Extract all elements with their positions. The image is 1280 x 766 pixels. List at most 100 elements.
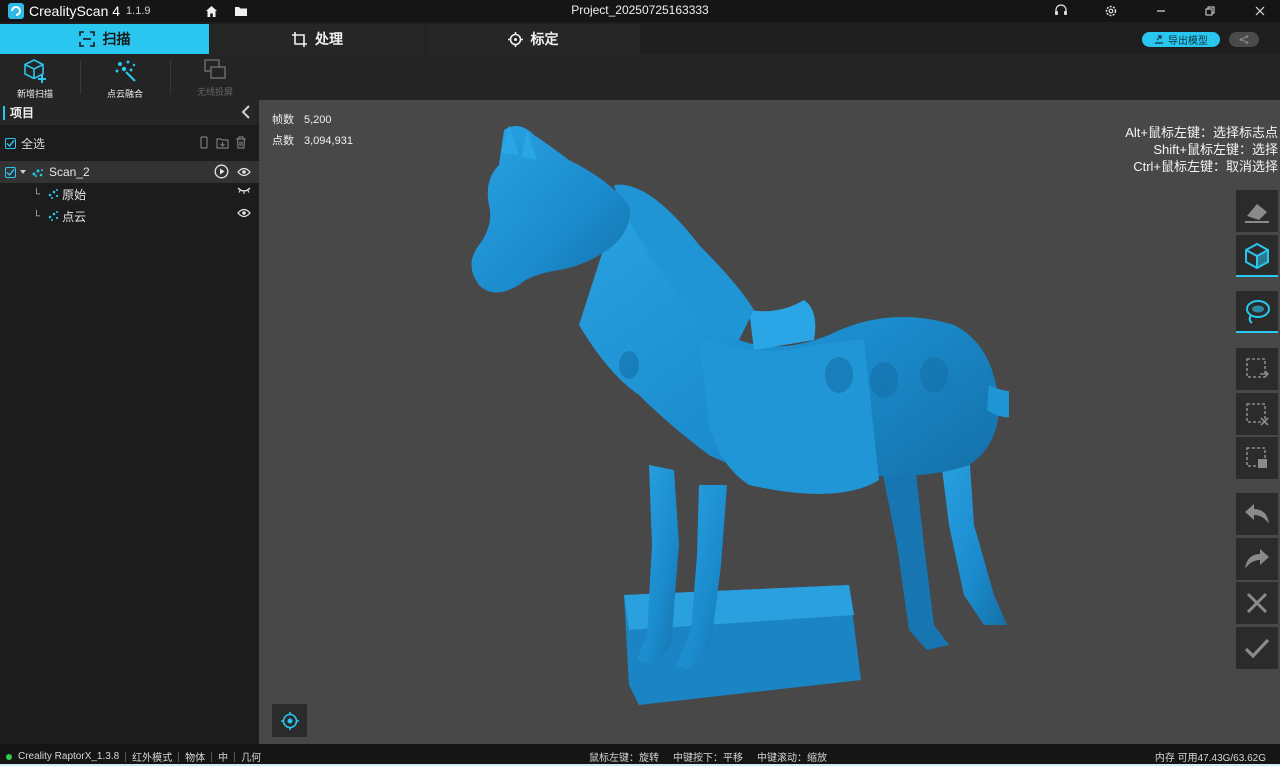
- new-scan-label: 新增扫描: [16, 89, 53, 99]
- panel-actions: [198, 136, 247, 149]
- support-headset-icon[interactable]: [1053, 3, 1069, 19]
- project-title: Project_20250725163333: [571, 3, 709, 17]
- clear-selection-button[interactable]: [1236, 393, 1278, 435]
- connection-status-dot: [6, 753, 12, 760]
- invert-selection-icon: [1246, 358, 1270, 378]
- hint-ctrl: Ctrl+鼠标左键：取消选择: [1133, 159, 1278, 174]
- confirm-edit-button[interactable]: [1236, 627, 1278, 669]
- redo-button[interactable]: [1236, 538, 1278, 580]
- tracking-mode[interactable]: 几何: [241, 749, 261, 764]
- hidden-eye-icon[interactable]: [237, 186, 251, 194]
- share-button[interactable]: [1229, 32, 1259, 47]
- lasso-select-tool-button[interactable]: [1236, 291, 1278, 333]
- tree-item-raw[interactable]: └ 原始: [0, 183, 259, 205]
- tree-item-scan[interactable]: Scan_2: [0, 161, 259, 183]
- invert-selection-button[interactable]: [1236, 348, 1278, 390]
- delete-trash-icon[interactable]: [235, 136, 247, 149]
- play-icon[interactable]: [214, 164, 229, 179]
- toolbar-divider: [170, 60, 171, 94]
- points-stat: 点数 3,094,931: [272, 131, 353, 152]
- 3d-viewport[interactable]: 帧数 5,200 点数 3,094,931 Alt+鼠标左键：选择标志点 Shift…: [259, 100, 1280, 744]
- delete-selection-icon: [1246, 447, 1267, 468]
- import-icon[interactable]: [216, 136, 229, 149]
- app-version: 1.1.9: [126, 5, 151, 17]
- frames-stat: 帧数 5,200: [272, 110, 353, 131]
- restore-icon[interactable]: [1202, 3, 1218, 19]
- scan-stats: 帧数 5,200 点数 3,094,931: [272, 110, 353, 152]
- raw-row-actions: [237, 186, 251, 194]
- app-name: CrealityScan 4: [29, 3, 121, 19]
- title-bar: CrealityScan 4 1.1.9 Project_20250725163…: [0, 0, 1280, 22]
- frames-label: 帧数: [272, 114, 294, 126]
- object-size[interactable]: 中: [218, 749, 228, 764]
- cancel-edit-button[interactable]: [1236, 582, 1278, 624]
- points-label: 点数: [272, 135, 294, 147]
- visibility-eye-icon[interactable]: [237, 208, 251, 218]
- scan-checkbox[interactable]: [5, 166, 16, 178]
- point-cloud-icon: [48, 189, 59, 199]
- point-cloud-fusion-button[interactable]: 点云融合: [90, 58, 160, 99]
- device-name: Creality RaptorX_1.3.8: [18, 751, 120, 762]
- select-all-label: 全选: [21, 136, 46, 151]
- collapse-panel-icon[interactable]: [241, 105, 251, 119]
- project-panel-header: 项目: [0, 100, 259, 125]
- scan-mode[interactable]: 红外模式: [132, 749, 172, 764]
- export-model-label: 导出模型: [1168, 36, 1208, 47]
- export-icon: [1155, 35, 1163, 44]
- confirm-check-icon: [1244, 638, 1270, 659]
- eraser-tool-button[interactable]: [1236, 190, 1278, 232]
- share-icon: [1239, 35, 1249, 44]
- export-model-button[interactable]: 导出模型: [1142, 32, 1220, 47]
- tab-process-label: 处理: [315, 31, 343, 47]
- mesh-cube-tool-button[interactable]: [1236, 235, 1278, 277]
- point-cloud-fusion-icon: [115, 60, 136, 82]
- points-value: 3,094,931: [304, 135, 353, 147]
- select-all-row: 全选: [0, 125, 259, 161]
- device-icon[interactable]: [198, 136, 210, 149]
- left-button-hint: 鼠标左键：旋转: [589, 753, 659, 764]
- select-all-checkbox[interactable]: [5, 137, 16, 149]
- cube-icon: [1245, 242, 1269, 270]
- new-scan-button[interactable]: 新增扫描: [0, 58, 70, 99]
- locate-view-button[interactable]: [272, 704, 307, 737]
- scan-frame-icon: [78, 31, 95, 47]
- locate-target-icon: [280, 711, 299, 730]
- middle-button-hint: 中键按下：平移: [673, 753, 743, 764]
- tree-branch-icon: └: [33, 188, 41, 200]
- header-accent-bar: [3, 105, 5, 120]
- wireless-cast-label: 无线投屏: [196, 87, 233, 97]
- close-icon[interactable]: [1252, 3, 1268, 19]
- hint-alt: Alt+鼠标左键：选择标志点: [1125, 125, 1278, 140]
- scan-cloud-icon: [32, 169, 43, 177]
- tab-calibrate[interactable]: 标定: [426, 24, 640, 54]
- home-icon[interactable]: [203, 3, 219, 19]
- scan-row-actions: [214, 164, 251, 179]
- device-status: Creality RaptorX_1.3.8 红外模式 物体 中 几何: [6, 749, 261, 764]
- tree-item-point-cloud[interactable]: └ 点云: [0, 205, 259, 227]
- tab-process[interactable]: 处理: [210, 24, 425, 54]
- tab-scan[interactable]: 扫描: [0, 24, 209, 54]
- status-divider: [211, 751, 213, 762]
- status-divider: [125, 751, 127, 762]
- project-panel: 项目 全选 Scan_2 └ 原始 └ 点云: [0, 100, 259, 744]
- settings-gear-icon[interactable]: [1103, 3, 1119, 19]
- status-bar: Creality RaptorX_1.3.8 红外模式 物体 中 几何 鼠标左键…: [0, 744, 1280, 766]
- wireless-cast-button[interactable]: 无线投屏: [180, 58, 250, 98]
- minimize-icon[interactable]: [1153, 3, 1169, 19]
- expand-caret-icon[interactable]: [20, 169, 26, 175]
- crosshair-icon: [507, 31, 523, 47]
- mode-tabs: 扫描 处理 标定: [0, 24, 640, 54]
- point-cloud-fusion-label: 点云融合: [106, 89, 143, 99]
- toolbar-divider: [80, 60, 81, 94]
- visibility-eye-icon[interactable]: [237, 167, 251, 177]
- lasso-icon: [1246, 300, 1270, 324]
- folder-icon[interactable]: [233, 3, 249, 19]
- undo-button[interactable]: [1236, 493, 1278, 535]
- scroll-hint: 中键滚动：缩放: [757, 753, 827, 764]
- object-type[interactable]: 物体: [185, 749, 205, 764]
- tab-calibrate-label: 标定: [530, 31, 559, 47]
- hint-shift: Shift+鼠标左键：选择: [1153, 142, 1278, 157]
- delete-selection-button[interactable]: [1236, 437, 1278, 479]
- status-divider: [178, 751, 180, 762]
- screen-cast-icon: [204, 59, 226, 79]
